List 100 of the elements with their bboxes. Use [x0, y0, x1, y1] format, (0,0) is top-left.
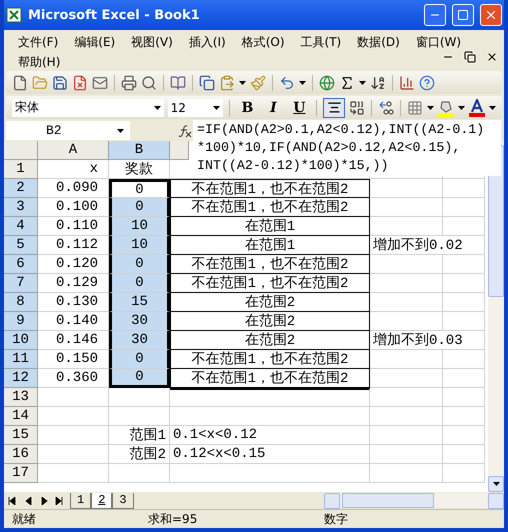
- horizontal-scrollbar[interactable]: [324, 493, 504, 508]
- table-cell: 在范围1: [170, 236, 370, 255]
- table-cell: 0.129: [38, 274, 109, 293]
- print-preview-icon[interactable]: [141, 74, 157, 90]
- row-header[interactable]: 4: [4, 217, 38, 236]
- row-header[interactable]: 5: [4, 236, 38, 255]
- table-cell: 0.140: [38, 312, 109, 331]
- font-color-icon[interactable]: [469, 98, 486, 116]
- row-header[interactable]: 12: [4, 369, 38, 388]
- sheet-navigation-icon[interactable]: [8, 496, 64, 504]
- bold-button[interactable]: B: [236, 98, 258, 118]
- row-header[interactable]: 17: [4, 464, 38, 483]
- menu-item[interactable]: 格式(O): [234, 32, 293, 52]
- name-box[interactable]: B2: [6, 121, 130, 140]
- mail-icon[interactable]: [92, 74, 108, 90]
- table-cell: 0.150: [38, 350, 109, 369]
- sort-icon[interactable]: [370, 74, 386, 90]
- row-header[interactable]: 10: [4, 331, 38, 350]
- menu-item[interactable]: 数据(D): [349, 32, 408, 52]
- dropdown-icon[interactable]: [154, 106, 161, 110]
- table-cell: 不在范围1，也不在范围2: [170, 350, 370, 369]
- row-header[interactable]: 16: [4, 445, 38, 464]
- vertical-scrollbar[interactable]: [488, 141, 504, 492]
- table-cell: 15: [109, 293, 170, 312]
- scroll-down-icon[interactable]: [492, 482, 500, 486]
- dropdown-icon[interactable]: [489, 106, 496, 110]
- window-title: Microsoft Excel - Book1: [28, 8, 201, 22]
- row-header[interactable]: 3: [4, 198, 38, 217]
- row-header[interactable]: 11: [4, 350, 38, 369]
- table-cell: 30: [109, 312, 170, 331]
- dropdown-icon[interactable]: [213, 106, 220, 110]
- menu-item[interactable]: 插入(I): [180, 32, 234, 52]
- table-cell: 不在范围1，也不在范围2: [170, 198, 370, 217]
- table-cell: 0: [109, 179, 170, 198]
- merge-icon[interactable]: [349, 100, 366, 116]
- column-header[interactable]: B: [109, 141, 170, 160]
- dropdown-icon[interactable]: [458, 106, 466, 110]
- dropdown-icon[interactable]: [239, 80, 246, 84]
- undo-icon[interactable]: [279, 74, 295, 90]
- sheet-tab[interactable]: 2: [91, 492, 112, 508]
- underline-button[interactable]: U: [288, 98, 310, 118]
- close-icon: [484, 8, 498, 22]
- restore-icon[interactable]: [464, 51, 476, 63]
- table-cell: 0: [109, 255, 170, 274]
- menu-item[interactable]: 工具(T): [292, 32, 350, 52]
- row-header[interactable]: 15: [4, 426, 38, 445]
- row-header[interactable]: 1: [4, 160, 38, 179]
- permission-icon[interactable]: [72, 74, 88, 90]
- maximize-icon: [457, 9, 469, 21]
- row-header[interactable]: 2: [4, 179, 38, 198]
- close-icon[interactable]: [486, 51, 498, 63]
- print-icon[interactable]: [121, 74, 137, 90]
- table-cell: 在范围2: [170, 293, 370, 312]
- formula-field[interactable]: =IF(AND(A2>0.1,A2<0.12),INT((A2-0.1) *100)*10,IF(AND(A2>0.12,A2<0.15), INT((A2-0.12)*100)*15,)): [193, 120, 501, 176]
- table-cell: 0: [109, 274, 170, 293]
- close-button[interactable]: [480, 4, 502, 26]
- sheet-tab[interactable]: 1: [70, 492, 92, 508]
- menu-item[interactable]: 帮助(H): [10, 52, 68, 72]
- maximize-button[interactable]: [452, 4, 474, 26]
- font-field[interactable]: 宋体: [12, 98, 164, 116]
- sheet-tab[interactable]: 3: [112, 492, 134, 508]
- table-cell: 10: [109, 217, 170, 236]
- save-icon[interactable]: [52, 74, 68, 90]
- table-cell: 在范围1: [170, 217, 370, 236]
- table-cell: 不在范围1，也不在范围2: [170, 179, 370, 198]
- hyperlink-icon[interactable]: [319, 74, 335, 90]
- row-header[interactable]: 14: [4, 407, 38, 426]
- menu-item[interactable]: 视图(V): [123, 32, 181, 52]
- table-cell: 范围1: [109, 426, 170, 445]
- menu-item[interactable]: 编辑(E): [66, 32, 124, 52]
- dropdown-icon[interactable]: [359, 80, 366, 84]
- italic-button[interactable]: I: [262, 98, 284, 118]
- research-icon[interactable]: [170, 74, 186, 90]
- row-header[interactable]: 13: [4, 388, 38, 407]
- function-icon[interactable]: [178, 124, 192, 138]
- row-header[interactable]: 9: [4, 312, 38, 331]
- dropdown-icon[interactable]: [299, 80, 306, 84]
- menu-item[interactable]: 窗口(W): [408, 32, 470, 52]
- dropdown-icon[interactable]: [117, 128, 124, 132]
- column-header[interactable]: A: [38, 141, 109, 160]
- table-cell: 增加不到0.03: [370, 331, 485, 350]
- new-file-icon[interactable]: [12, 74, 28, 90]
- row-header[interactable]: 8: [4, 293, 38, 312]
- table-cell: 0.130: [38, 293, 109, 312]
- chart-icon[interactable]: [399, 74, 415, 90]
- dropdown-icon[interactable]: [427, 106, 434, 110]
- decimal-icon[interactable]: [378, 100, 394, 116]
- table-cell: 0.120: [38, 255, 109, 274]
- menu-item[interactable]: 文件(F): [10, 32, 66, 52]
- table-cell: 在范围2: [170, 312, 370, 331]
- font-size-field[interactable]: 12: [168, 98, 224, 116]
- row-header[interactable]: 7: [4, 274, 38, 293]
- fill-color-icon[interactable]: [438, 98, 454, 116]
- center-align-button[interactable]: [323, 98, 346, 118]
- minimize-button[interactable]: [424, 4, 446, 26]
- help-icon[interactable]: [419, 74, 435, 90]
- mode-text: 数字: [323, 510, 349, 528]
- row-header[interactable]: 6: [4, 255, 38, 274]
- table-cell: 范围2: [109, 445, 170, 464]
- copy-icon[interactable]: [199, 74, 215, 90]
